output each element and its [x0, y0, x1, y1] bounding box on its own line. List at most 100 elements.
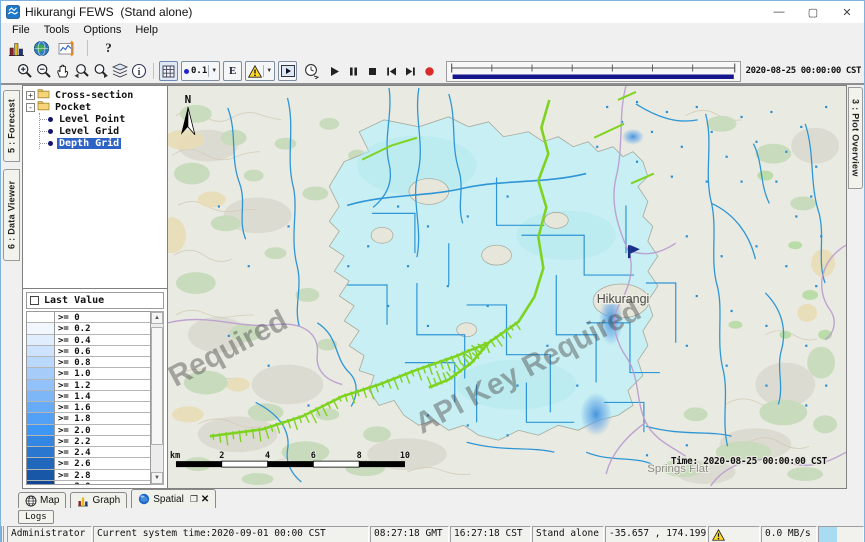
legend-color-swatch — [27, 481, 55, 485]
app-logo-icon — [6, 5, 20, 19]
menu-item-help[interactable]: Help — [128, 24, 165, 36]
zoom-out-icon[interactable] — [34, 61, 53, 81]
legend-class-label: >= 1.4 — [55, 391, 150, 402]
menu-item-file[interactable]: File — [5, 24, 37, 36]
tree-children: Level PointLevel GridDepth Grid — [39, 113, 167, 149]
legend-class-row[interactable]: >= 1.8 — [27, 413, 150, 424]
globe-icon[interactable] — [32, 38, 51, 58]
legend-class-label: >= 2.4 — [55, 447, 150, 458]
last-value-checkbox[interactable] — [30, 296, 39, 305]
bullet-icon — [48, 129, 53, 134]
legend-header: Last Value — [26, 292, 164, 309]
close-button[interactable]: ✕ — [830, 1, 864, 23]
tab-graph[interactable]: Graph — [70, 492, 127, 508]
minimize-button[interactable]: — — [762, 1, 796, 23]
side-tab-forecast[interactable]: 5 : Forecast — [3, 90, 20, 162]
legend-class-row[interactable]: >= 1.6 — [27, 402, 150, 413]
zoom-next-icon[interactable] — [91, 61, 110, 81]
side-tab-viewer[interactable]: 6 : Data Viewer — [3, 169, 20, 261]
legend-class-row[interactable]: >= 2.8 — [27, 470, 150, 481]
scrollbar-thumb[interactable] — [151, 327, 163, 445]
legend-class-row[interactable]: >= 0.6 — [27, 346, 150, 357]
legend-class-row[interactable]: >= 1.0 — [27, 368, 150, 379]
tree-item-label: Cross-section — [53, 90, 135, 101]
toolbar-separator — [153, 63, 154, 79]
side-tab-plot-overview[interactable]: 3 : Plot Overview — [848, 87, 863, 189]
logs-row: Logs — [1, 508, 864, 525]
layers-icon[interactable] — [110, 61, 129, 81]
record-button[interactable] — [420, 61, 439, 81]
right-tab-strip: 3 : Plot Overview — [847, 85, 864, 489]
play-button[interactable] — [325, 61, 344, 81]
close-icon[interactable]: ✕ — [201, 494, 209, 505]
legend-color-swatch — [27, 391, 55, 402]
legend-class-row[interactable]: >= 2.6 — [27, 458, 150, 469]
memory-usage-bar — [819, 527, 837, 542]
timeseries-chart-icon[interactable] — [57, 38, 76, 58]
tab-spatial[interactable]: Spatial❐✕ — [131, 489, 216, 508]
tree-branch-line — [40, 143, 47, 144]
help-icon: ? — [101, 40, 116, 56]
legend-class-row[interactable]: >= 2.0 — [27, 425, 150, 436]
legend-class-row[interactable]: >= 1.4 — [27, 391, 150, 402]
logs-button[interactable]: Logs — [18, 510, 54, 524]
tree-folder-row[interactable]: -Pocket — [26, 101, 167, 113]
timer-settings-icon[interactable] — [302, 61, 321, 81]
pan-hand-icon[interactable] — [53, 61, 72, 81]
pause-button[interactable] — [344, 61, 363, 81]
info-icon[interactable]: i — [129, 61, 148, 81]
legend-color-swatch — [27, 458, 55, 469]
legend-class-row[interactable]: >= 1.2 — [27, 380, 150, 391]
interval-dot-icon — [184, 69, 189, 74]
step-to-start-button[interactable] — [382, 61, 401, 81]
help-button[interactable]: ? — [99, 38, 118, 58]
legend-color-swatch — [27, 357, 55, 368]
legend-class-row[interactable]: >= 2.2 — [27, 436, 150, 447]
status-warning-cell[interactable] — [708, 526, 760, 542]
expand-icon[interactable]: + — [26, 91, 35, 100]
legend-button[interactable]: E — [223, 61, 242, 81]
maximize-button[interactable]: ▢ — [796, 1, 830, 23]
scroll-up-icon[interactable]: ▲ — [151, 312, 163, 324]
legend-class-row[interactable]: >= 0 — [27, 312, 150, 323]
legend-class-row[interactable]: >= 2.4 — [27, 447, 150, 458]
left-panel: + Cross-section-PocketLevel PointLevel Gr… — [22, 85, 168, 489]
warnings-dropdown[interactable]: ▼ — [245, 61, 275, 81]
legend-class-label: >= 1.8 — [55, 413, 150, 424]
contour-interval-dropdown[interactable]: 0.1 ▼ — [181, 61, 220, 81]
svg-text:km: km — [170, 450, 180, 460]
tree-leaf-row[interactable]: Level Grid — [40, 125, 167, 137]
legend-class-label: >= 1.0 — [55, 368, 150, 379]
zoom-in-icon[interactable] — [15, 61, 34, 81]
restore-icon[interactable]: ❐ — [190, 494, 198, 505]
step-to-end-button[interactable] — [401, 61, 420, 81]
legend-class-row[interactable]: >= 0.2 — [27, 323, 150, 334]
legend-class-row[interactable]: >= 0.4 — [27, 335, 150, 346]
title-bar[interactable]: Hikurangi FEWS (Stand alone) — ▢ ✕ — [1, 1, 864, 23]
warning-icon — [248, 65, 262, 78]
map-canvas[interactable]: Hikurangi Springs Flat API Key Required … — [168, 85, 847, 489]
legend-class-row[interactable]: >= 0.8 — [27, 357, 150, 368]
status-gmt-time: 08:27:18 GMT — [370, 526, 449, 542]
statusbar-grip-icon — [1, 526, 6, 542]
tab-map[interactable]: Map — [18, 492, 66, 508]
menu-item-options[interactable]: Options — [76, 24, 128, 36]
status-memory: 2.5 GB — [818, 526, 864, 542]
database-icon[interactable] — [7, 38, 26, 58]
tree-leaf-row[interactable]: Depth Grid — [40, 137, 167, 149]
svg-text:i: i — [137, 67, 140, 78]
legend-class-row[interactable]: >= 3.0 — [27, 481, 150, 485]
legend-color-swatch — [27, 413, 55, 424]
tree-leaf-row[interactable]: Level Point — [40, 113, 167, 125]
zoom-previous-icon[interactable] — [72, 61, 91, 81]
collapse-icon[interactable]: - — [26, 103, 35, 112]
legend-color-swatch — [27, 346, 55, 357]
grid-toggle-button[interactable] — [159, 61, 178, 81]
legend-scrollbar[interactable]: ▲ ▼ — [151, 311, 164, 485]
tree-branch-line — [40, 131, 47, 132]
time-slider[interactable] — [446, 61, 740, 82]
menu-item-tools[interactable]: Tools — [37, 24, 77, 36]
stop-button[interactable] — [363, 61, 382, 81]
animation-button[interactable] — [278, 61, 297, 81]
scroll-down-icon[interactable]: ▼ — [151, 472, 163, 484]
